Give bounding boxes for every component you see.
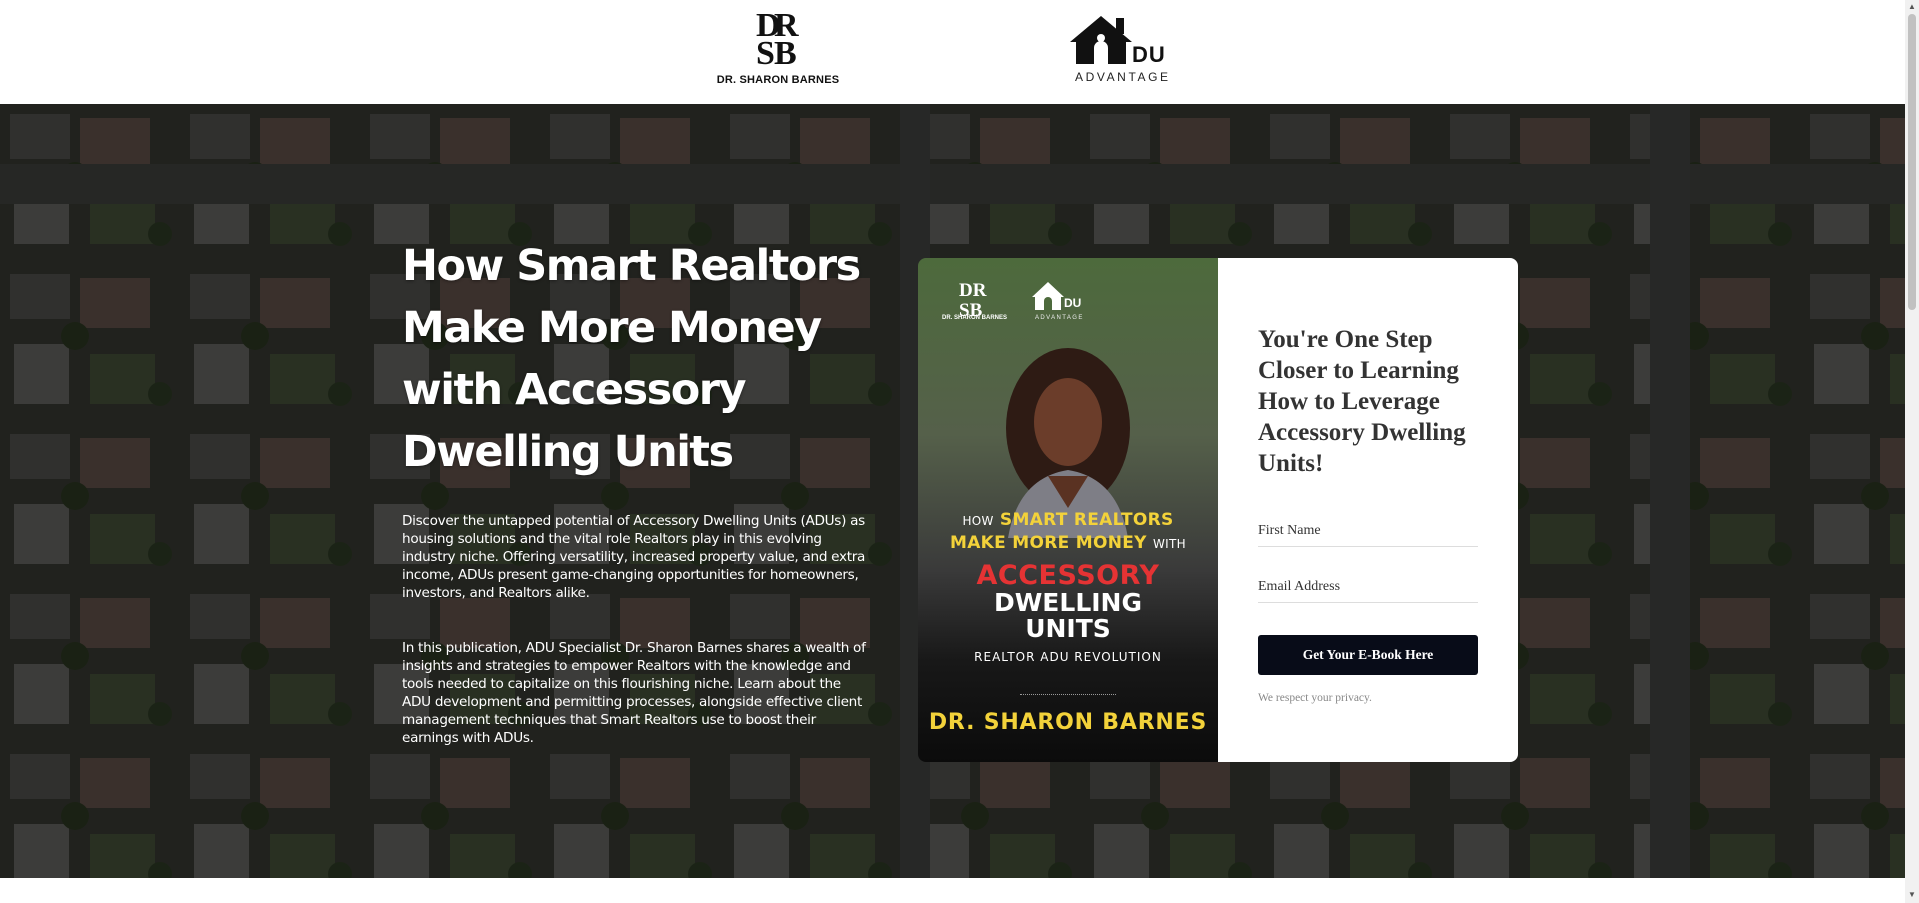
svg-text:S: S: [756, 35, 775, 66]
cover-author: DR. SHARON BARNES: [928, 710, 1208, 735]
house-icon: [1032, 282, 1064, 310]
adu-logo-letters: DU: [1132, 42, 1166, 67]
hero-paragraph-2: In this publication, ADU Specialist Dr. …: [402, 640, 866, 746]
below-hero-area: [0, 878, 1905, 903]
cover-title-line-1: HOW SMART REALTORS: [962, 510, 1174, 530]
scroll-up-icon[interactable]: ▲: [1908, 2, 1916, 11]
form-title: You're One Step Closer to Learning How t…: [1258, 326, 1466, 477]
svg-text:DR: DR: [959, 280, 987, 301]
scrollbar-thumb[interactable]: [1908, 14, 1916, 310]
cover-brand-caption: DR. SHARON BARNES: [942, 315, 1008, 321]
cover-subtitle: REALTOR ADU REVOLUTION: [974, 650, 1162, 664]
scroll-down-icon[interactable]: ▼: [1908, 890, 1916, 899]
cover-divider: [1020, 694, 1116, 695]
svg-text:B: B: [774, 35, 797, 66]
get-ebook-button[interactable]: Get Your E-Book Here: [1258, 635, 1478, 675]
house-icon: [1070, 16, 1132, 64]
site-header: D R S B DR. SHARON BARNES DU ADVANTAGE: [0, 0, 1905, 104]
email-field[interactable]: [1258, 572, 1478, 603]
drsb-monogram-icon: D R S B: [756, 7, 799, 72]
cover-title-line-3: ACCESSORY: [976, 560, 1160, 591]
page-scrollbar[interactable]: ▲ ▼: [1905, 0, 1919, 903]
cover-brand-letters: DU: [1064, 296, 1082, 310]
first-name-field[interactable]: [1258, 516, 1478, 547]
privacy-note: We respect your privacy.: [1258, 692, 1372, 704]
ebook-signup-form: You're One Step Closer to Learning How t…: [1218, 258, 1518, 762]
hero-paragraph-1: Discover the untapped potential of Acces…: [402, 513, 866, 601]
drsb-logo-caption: DR. SHARON BARNES: [716, 74, 840, 86]
cover-title-line-4: DWELLING: [993, 588, 1142, 617]
drsb-logo[interactable]: D R S B DR. SHARON BARNES: [716, 6, 840, 86]
drsb-monogram-icon: DR SB: [959, 280, 987, 318]
hero-headline: How Smart Realtors Make More Money with …: [402, 241, 861, 477]
cover-title-line-5: UNITS: [1025, 614, 1111, 643]
adu-advantage-logo[interactable]: DU ADVANTAGE: [1066, 12, 1176, 86]
cover-brand-sub: ADVANTAGE: [1035, 315, 1084, 321]
author-portrait: [1006, 348, 1130, 538]
adu-logo-caption: ADVANTAGE: [1075, 70, 1171, 84]
ebook-cover: DR SB DR. SHARON BARNES DU ADVANTAGE HOW…: [918, 258, 1218, 762]
cover-title-line-2: MAKE MORE MONEY WITH: [950, 533, 1186, 553]
